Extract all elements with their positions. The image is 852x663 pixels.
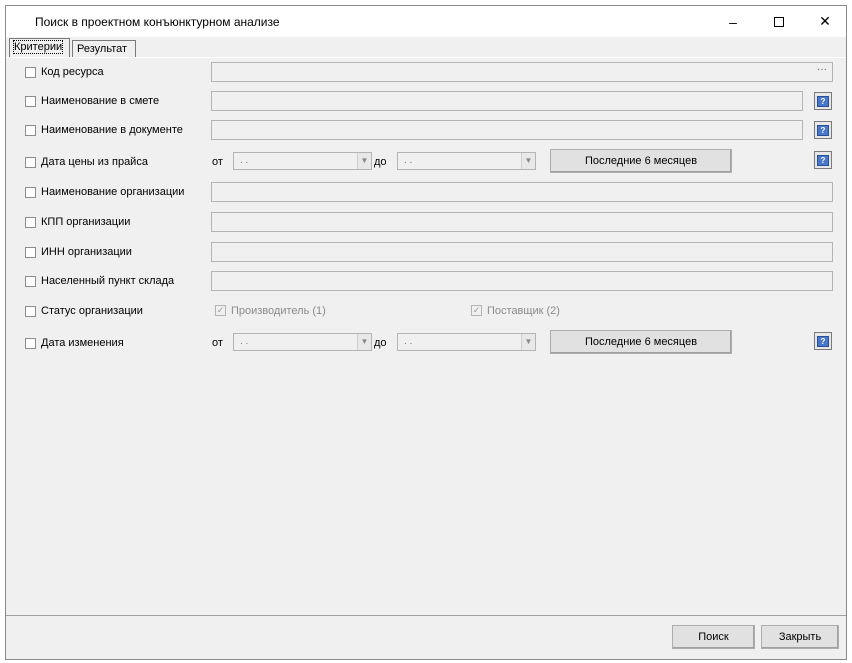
title-bar: Поиск в проектном конъюнктурном анализе … bbox=[6, 6, 846, 37]
name-in-estimate-label: Наименование в смете bbox=[41, 95, 160, 107]
name-in-estimate-help-button[interactable]: ? bbox=[814, 92, 832, 110]
resource-code-browse-button[interactable]: ··· bbox=[814, 65, 830, 79]
row-change-date: Дата изменения от . . ▼ до . . ▼ Последн… bbox=[6, 330, 846, 357]
chevron-down-icon: ▼ bbox=[357, 334, 371, 350]
change-date-from-label: от bbox=[212, 337, 223, 349]
warehouse-city-input[interactable] bbox=[211, 271, 833, 291]
row-name-in-estimate: Наименование в смете ? bbox=[6, 91, 846, 115]
price-date-label: Дата цены из прайса bbox=[41, 156, 148, 168]
chevron-down-icon: ▼ bbox=[521, 153, 535, 169]
change-date-label: Дата изменения bbox=[41, 337, 124, 349]
price-date-last-6-months-button[interactable]: Последние 6 месяцев bbox=[550, 149, 732, 173]
row-price-date: Дата цены из прайса от . . ▼ до . . ▼ По… bbox=[6, 149, 846, 176]
change-date-to-label: до bbox=[374, 337, 387, 349]
price-date-from-value: . . bbox=[240, 155, 249, 166]
close-button[interactable]: Закрыть bbox=[761, 625, 839, 649]
name-in-document-checkbox[interactable] bbox=[25, 125, 36, 136]
price-date-to-value: . . bbox=[404, 155, 413, 166]
change-date-from-select[interactable]: . . ▼ bbox=[233, 333, 372, 351]
row-resource-code: Код ресурса ··· bbox=[6, 62, 846, 86]
org-status-label: Статус организации bbox=[41, 305, 143, 317]
org-name-checkbox[interactable] bbox=[25, 187, 36, 198]
row-org-inn: ИНН организации bbox=[6, 242, 846, 266]
search-button[interactable]: Поиск bbox=[672, 625, 755, 649]
change-date-checkbox[interactable] bbox=[25, 338, 36, 349]
status-supplier-checkbox[interactable]: ✓ bbox=[471, 305, 482, 316]
org-inn-input[interactable] bbox=[211, 242, 833, 262]
close-window-button[interactable]: ✕ bbox=[802, 6, 848, 37]
help-icon: ? bbox=[817, 154, 829, 166]
name-in-document-label: Наименование в документе bbox=[41, 124, 183, 136]
name-in-estimate-input[interactable] bbox=[211, 91, 803, 111]
row-name-in-document: Наименование в документе ? bbox=[6, 120, 846, 144]
tab-criteria[interactable]: Критерии bbox=[9, 38, 70, 57]
org-kpp-label: КПП организации bbox=[41, 216, 131, 228]
price-date-checkbox[interactable] bbox=[25, 157, 36, 168]
help-icon: ? bbox=[817, 335, 829, 347]
row-org-status: Статус организации ✓ Производитель (1) ✓… bbox=[6, 301, 846, 325]
change-date-to-select[interactable]: . . ▼ bbox=[397, 333, 536, 351]
org-kpp-input[interactable] bbox=[211, 212, 833, 232]
org-inn-label: ИНН организации bbox=[41, 246, 132, 258]
change-date-help-button[interactable]: ? bbox=[814, 332, 832, 350]
org-kpp-checkbox[interactable] bbox=[25, 217, 36, 228]
row-warehouse-city: Населенный пункт склада bbox=[6, 271, 846, 295]
status-producer-checkbox[interactable]: ✓ bbox=[215, 305, 226, 316]
chevron-down-icon: ▼ bbox=[357, 153, 371, 169]
check-icon: ✓ bbox=[216, 305, 225, 315]
change-date-to-value: . . bbox=[404, 336, 413, 347]
help-icon: ? bbox=[817, 124, 829, 136]
row-org-name: Наименование организации bbox=[6, 182, 846, 206]
status-supplier-label: Поставщик (2) bbox=[487, 305, 560, 317]
resource-code-input[interactable]: ··· bbox=[211, 62, 833, 82]
search-dialog: Поиск в проектном конъюнктурном анализе … bbox=[5, 5, 847, 660]
chevron-down-icon: ▼ bbox=[521, 334, 535, 350]
org-inn-checkbox[interactable] bbox=[25, 247, 36, 258]
warehouse-city-label: Населенный пункт склада bbox=[41, 275, 175, 287]
price-date-from-select[interactable]: . . ▼ bbox=[233, 152, 372, 170]
warehouse-city-checkbox[interactable] bbox=[25, 276, 36, 287]
org-name-input[interactable] bbox=[211, 182, 833, 202]
status-producer-label: Производитель (1) bbox=[231, 305, 326, 317]
price-date-to-label: до bbox=[374, 156, 387, 168]
check-icon: ✓ bbox=[472, 305, 481, 315]
change-date-from-value: . . bbox=[240, 336, 249, 347]
maximize-icon bbox=[774, 16, 784, 27]
name-in-document-help-button[interactable]: ? bbox=[814, 121, 832, 139]
tab-criteria-label: Критерии bbox=[12, 40, 64, 54]
minimize-button[interactable]: – bbox=[710, 6, 756, 37]
price-date-from-label: от bbox=[212, 156, 223, 168]
tab-results[interactable]: Результат bbox=[72, 40, 136, 57]
org-name-label: Наименование организации bbox=[41, 186, 185, 198]
button-bar: Поиск Закрыть bbox=[6, 615, 846, 659]
price-date-help-button[interactable]: ? bbox=[814, 151, 832, 169]
window-title: Поиск в проектном конъюнктурном анализе bbox=[35, 15, 280, 29]
minimize-icon: – bbox=[729, 13, 737, 30]
name-in-document-input[interactable] bbox=[211, 120, 803, 140]
price-date-to-select[interactable]: . . ▼ bbox=[397, 152, 536, 170]
name-in-estimate-checkbox[interactable] bbox=[25, 96, 36, 107]
maximize-button[interactable] bbox=[756, 6, 802, 37]
tab-results-label: Результат bbox=[77, 43, 128, 55]
resource-code-checkbox[interactable] bbox=[25, 67, 36, 78]
help-icon: ? bbox=[817, 95, 829, 107]
criteria-panel: Код ресурса ··· Наименование в смете ? Н… bbox=[6, 57, 846, 615]
org-status-checkbox[interactable] bbox=[25, 306, 36, 317]
close-icon: ✕ bbox=[819, 13, 831, 29]
change-date-last-6-months-button[interactable]: Последние 6 месяцев bbox=[550, 330, 732, 354]
row-org-kpp: КПП организации bbox=[6, 212, 846, 236]
resource-code-label: Код ресурса bbox=[41, 66, 104, 78]
